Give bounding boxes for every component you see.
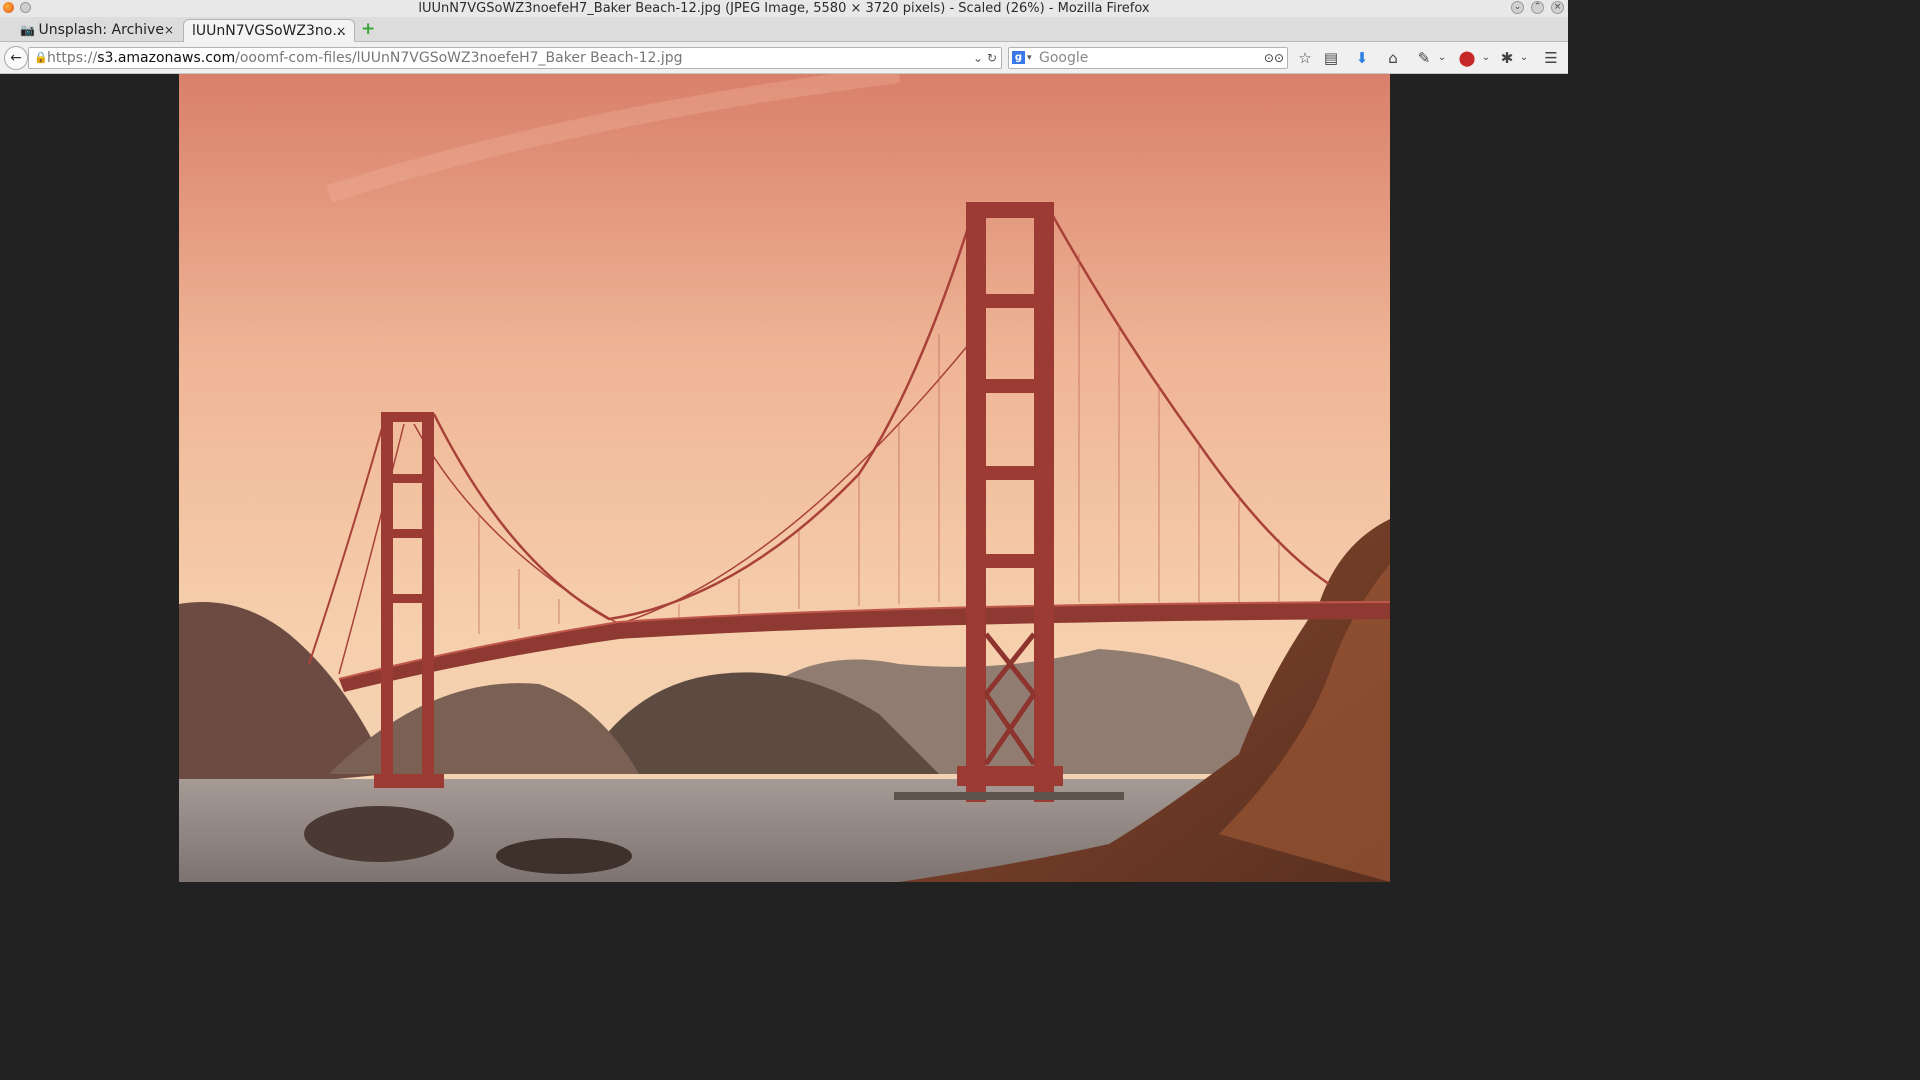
bridge-photo[interactable] [179,74,1390,882]
reload-icon[interactable]: ↻ [987,51,997,65]
url-bar[interactable]: 🔒 https://s3.amazonaws.com/ooomf-com-fil… [28,47,1002,69]
image-viewer [0,74,1568,882]
url-controls: ⌄ ↻ [973,48,997,68]
adblock-icon[interactable]: ⬤ [1457,48,1477,68]
reading-list-icon[interactable]: ▤ [1321,48,1341,68]
new-tab-button[interactable]: + [361,20,375,38]
chevron-down-icon[interactable]: ▾ [1027,48,1032,68]
url-prefix: https:// [47,50,98,66]
maximize-button[interactable]: ⌃ [1531,1,1544,14]
navigation-toolbar: ← 🔒 https://s3.amazonaws.com/ooomf-com-f… [0,42,1568,74]
chevron-down-icon[interactable]: ⌄ [1514,48,1534,68]
tab-label: lUUnN7VGSoWZ3no… [192,23,347,39]
download-arrow-icon[interactable]: ⬇ [1352,48,1372,68]
window-menu-icon[interactable] [20,2,31,13]
firefox-logo-icon [3,2,14,13]
eyedropper-icon[interactable]: ✎ [1414,48,1434,68]
minimize-button[interactable]: ⌄ [1511,1,1524,14]
window-title: lUUnN7VGSoWZ3noefeH7_Baker Beach-12.jpg … [418,1,1150,16]
lock-icon[interactable]: 🔒 [34,48,48,68]
google-engine-icon[interactable]: g [1012,51,1025,64]
chevron-down-icon[interactable]: ⌄ [1432,48,1452,68]
url-host: s3.amazonaws.com [97,50,236,66]
tab-image[interactable]: lUUnN7VGSoWZ3no… × [183,19,355,42]
tab-label: Unsplash: Archive [38,22,164,38]
hamburger-menu-icon[interactable]: ☰ [1541,48,1561,68]
back-button[interactable]: ← [4,46,28,70]
window-titlebar: lUUnN7VGSoWZ3noefeH7_Baker Beach-12.jpg … [0,0,1568,17]
url-history-dropdown-icon[interactable]: ⌄ [973,51,983,65]
search-input[interactable]: Google [1039,50,1088,66]
home-icon[interactable]: ⌂ [1383,48,1403,68]
tab-strip: 📷 Unsplash: Archive × lUUnN7VGSoWZ3no… ×… [0,17,1568,42]
camera-icon: 📷 [20,23,35,37]
tab-close-button[interactable]: × [164,19,174,41]
binoculars-icon[interactable]: ⊙⊙ [1264,48,1284,68]
url-path: /ooomf-com-files/lUUnN7VGSoWZ3noefeH7_Ba… [235,50,683,66]
tab-unsplash-archive[interactable]: 📷 Unsplash: Archive × [12,19,182,42]
bookmark-star-icon[interactable]: ☆ [1295,48,1315,68]
close-window-button[interactable]: × [1551,1,1564,14]
search-bar[interactable]: g ▾ Google ⊙⊙ [1008,47,1288,69]
chevron-down-icon[interactable]: ⌄ [1476,48,1496,68]
tab-close-button[interactable]: × [336,20,346,42]
